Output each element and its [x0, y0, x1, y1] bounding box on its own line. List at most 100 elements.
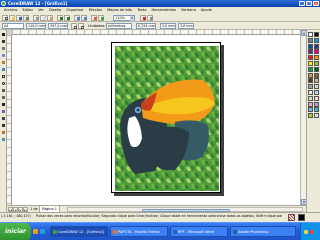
freehand-tool[interactable]	[1, 60, 6, 65]
close-button[interactable]: ×	[313, 1, 319, 6]
smart-fill-tool[interactable]	[1, 67, 6, 72]
copy-button[interactable]	[40, 14, 46, 21]
application-launcher-button[interactable]	[91, 14, 97, 21]
taskbar-task-firefox[interactable]: PAPOTA - Mozilla Firefox	[110, 226, 168, 237]
open-button[interactable]	[9, 14, 15, 21]
eyedropper-tool[interactable]	[1, 116, 6, 121]
interactive-fill-tool[interactable]	[1, 137, 6, 142]
paste-button[interactable]	[47, 14, 53, 21]
duplicate-y-field[interactable]: 5,0 mm	[178, 23, 194, 29]
import-button[interactable]	[74, 14, 80, 21]
color-swatch[interactable]	[308, 37, 313, 43]
drawing-canvas[interactable]	[12, 35, 300, 205]
color-swatch[interactable]	[314, 37, 319, 43]
menu-texto[interactable]: Texto	[137, 8, 146, 12]
color-swatch[interactable]	[314, 101, 319, 107]
chevron-down-icon[interactable]: ▾	[130, 15, 134, 21]
color-swatch[interactable]	[314, 95, 319, 101]
color-swatch[interactable]	[308, 55, 313, 61]
color-swatch[interactable]	[314, 107, 319, 113]
color-swatch[interactable]	[314, 90, 319, 95]
coreldraw-app-icon[interactable]	[1, 1, 6, 6]
color-swatch[interactable]	[308, 78, 313, 84]
menu-organizar[interactable]: Organizar	[66, 8, 84, 12]
fill-indicator[interactable]	[288, 214, 295, 221]
color-swatch[interactable]	[314, 43, 319, 49]
shape-tool[interactable]	[1, 39, 6, 44]
quick-launch-icon[interactable]	[33, 229, 38, 234]
taskbar-task-word[interactable]: RPF - Microsoft Word	[170, 226, 228, 237]
color-swatch[interactable]	[308, 66, 313, 72]
basic-shapes-tool[interactable]	[1, 95, 6, 100]
title-bar[interactable]: CorelDRAW 12 - [Gráfico1] _ □ ×	[0, 0, 320, 7]
rectangle-tool[interactable]	[1, 74, 6, 79]
ellipse-tool[interactable]	[1, 81, 6, 86]
portrait-button[interactable]	[71, 23, 77, 29]
tray-icon[interactable]	[304, 230, 308, 234]
color-swatch[interactable]	[314, 78, 319, 84]
outline-tool[interactable]	[1, 123, 6, 128]
color-swatch[interactable]	[308, 72, 313, 78]
menu-diseno[interactable]: Diseño	[49, 8, 61, 12]
fill-tool[interactable]	[1, 130, 6, 135]
page-size-dropdown[interactable]: A4	[2, 23, 24, 29]
taskbar-task-coreldraw[interactable]: CorelDRAW 12 - [Gráfico1]	[50, 226, 108, 237]
text-tool[interactable]	[1, 102, 6, 107]
units-dropdown[interactable]: milímetros	[106, 23, 132, 29]
menu-ventana[interactable]: Ventana	[181, 8, 196, 12]
zoom-level-dropdown[interactable]: 110% ▾	[113, 14, 135, 21]
menu-efectos[interactable]: Efectos	[89, 8, 102, 12]
color-swatch[interactable]	[308, 90, 313, 95]
toucan-artwork[interactable]	[115, 46, 219, 191]
color-swatch[interactable]	[314, 66, 319, 72]
print-button[interactable]	[23, 14, 29, 21]
color-swatch[interactable]	[308, 101, 313, 107]
menu-mapas-de-bits[interactable]: Mapas de bits	[107, 8, 132, 12]
taskbar-task-photoshop[interactable]: Adobe Photoshop	[230, 226, 296, 237]
crop-tool[interactable]	[1, 46, 6, 51]
color-swatch[interactable]	[308, 107, 313, 113]
polygon-tool[interactable]	[1, 88, 6, 93]
menu-archivo[interactable]: Archivo	[4, 8, 17, 12]
menu-ayuda[interactable]: Ayuda	[201, 8, 212, 12]
color-swatch[interactable]	[314, 84, 319, 90]
color-swatch[interactable]	[314, 61, 319, 66]
zoom-tool[interactable]	[1, 53, 6, 58]
redo-button[interactable]	[64, 14, 70, 21]
tray-icon[interactable]	[310, 230, 314, 234]
undo-button[interactable]	[57, 14, 63, 21]
drawing-page[interactable]	[111, 42, 221, 193]
pick-tool[interactable]	[1, 32, 6, 37]
color-swatch[interactable]	[308, 113, 313, 119]
color-swatch[interactable]	[308, 49, 313, 55]
color-swatch[interactable]	[308, 61, 313, 66]
quick-launch-icon[interactable]	[40, 229, 45, 234]
landscape-button[interactable]	[78, 23, 84, 29]
options-button[interactable]	[147, 14, 153, 21]
duplicate-x-field[interactable]: 5,0 mm	[160, 23, 176, 29]
cut-button[interactable]	[33, 14, 39, 21]
minimize-button[interactable]: _	[299, 1, 305, 6]
interactive-blend-tool[interactable]	[1, 109, 6, 114]
color-swatch[interactable]	[314, 72, 319, 78]
color-swatch[interactable]	[314, 49, 319, 55]
color-swatch[interactable]	[314, 55, 319, 61]
color-swatch[interactable]	[308, 95, 313, 101]
nudge-distance-field[interactable]: 0,254 mm	[136, 23, 156, 29]
page-height-field[interactable]: 297,0 mm	[48, 23, 68, 29]
outline-indicator[interactable]	[298, 214, 305, 221]
page-width-field[interactable]: 210,0 mm	[26, 23, 46, 29]
start-button[interactable]: iniciar	[0, 223, 32, 240]
menu-editar[interactable]: Editar	[22, 8, 33, 12]
color-swatch[interactable]	[308, 32, 313, 37]
color-swatch[interactable]	[308, 84, 313, 90]
maximize-button[interactable]: □	[306, 1, 312, 6]
new-button[interactable]	[2, 14, 8, 21]
menu-herramientas[interactable]: Herramientas	[152, 8, 176, 12]
export-button[interactable]	[81, 14, 87, 21]
save-button[interactable]	[16, 14, 22, 21]
menu-ver[interactable]: Ver	[38, 8, 44, 12]
color-swatch[interactable]	[314, 113, 319, 119]
color-swatch[interactable]	[314, 32, 319, 37]
snap-to-button[interactable]	[140, 14, 146, 21]
